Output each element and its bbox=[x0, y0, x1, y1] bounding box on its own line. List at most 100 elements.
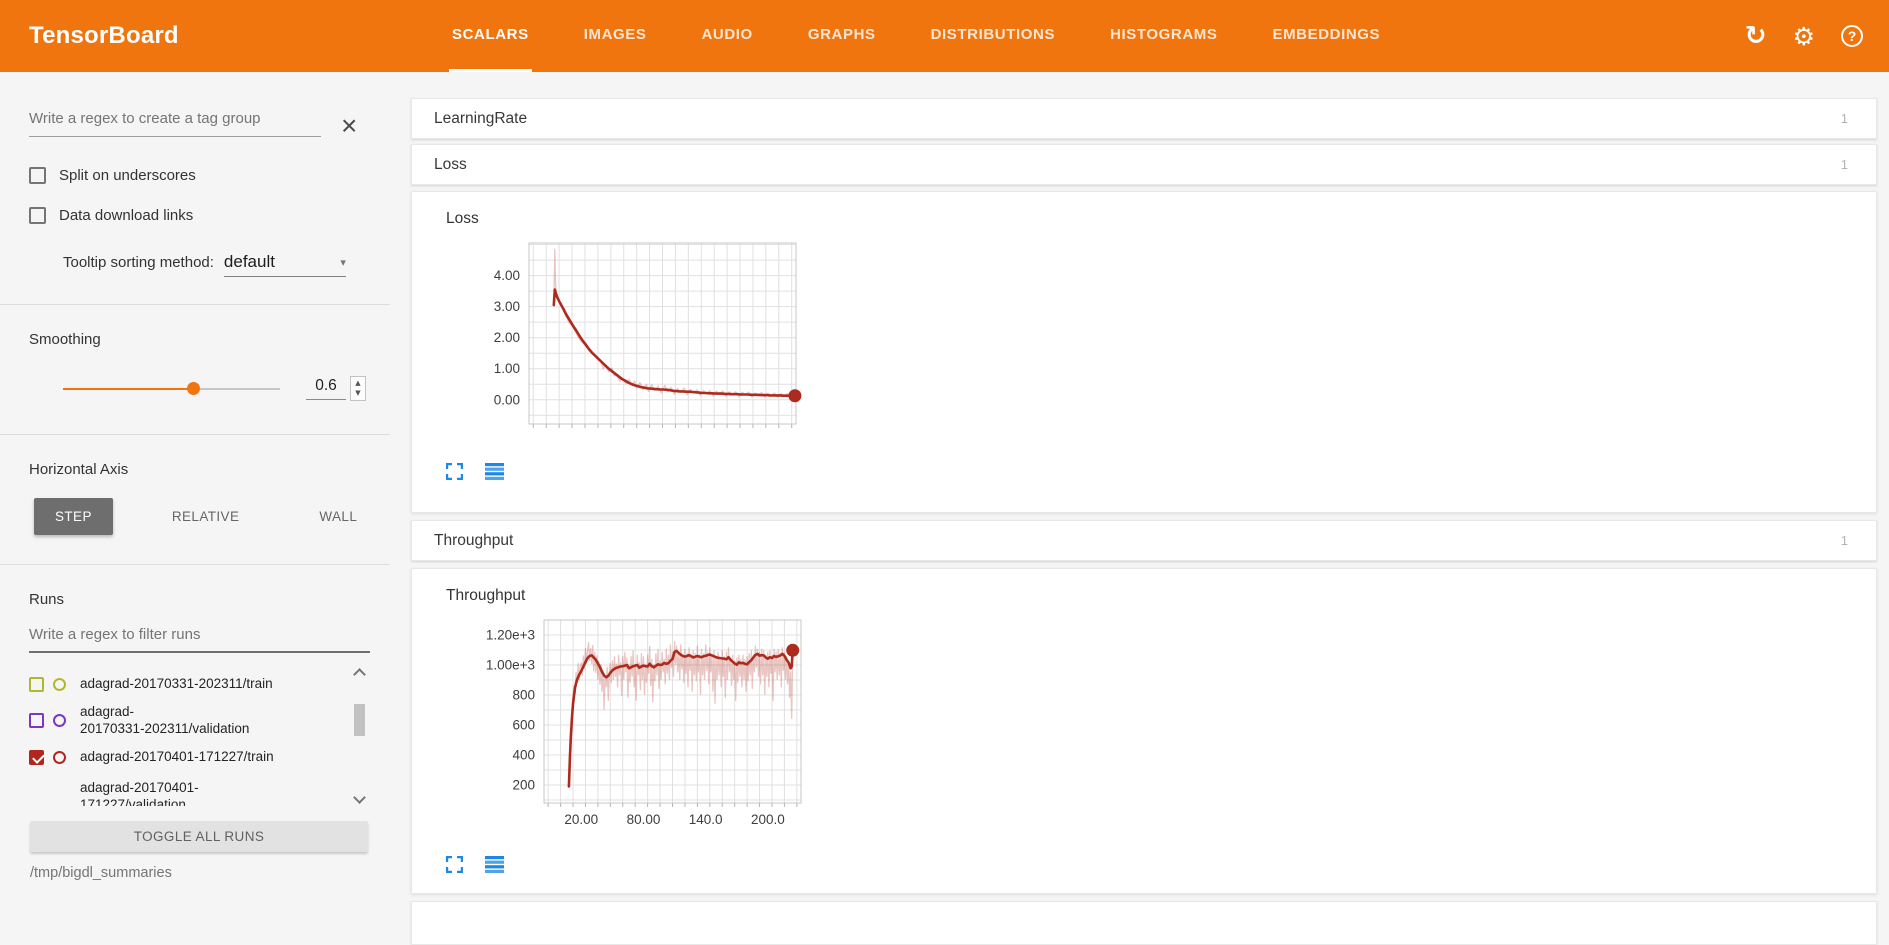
stepper-down-icon[interactable]: ▼ bbox=[355, 390, 360, 397]
main-panel: LearningRate 1 Loss 1 Loss 0.00 1.00 2.00 3… bbox=[411, 72, 1877, 945]
scroll-up-icon[interactable] bbox=[353, 668, 366, 681]
slider-fill bbox=[63, 388, 193, 390]
run-radio-icon[interactable] bbox=[53, 678, 66, 691]
header-actions: ↻ ⚙ ? bbox=[1745, 0, 1889, 72]
run-checkbox[interactable] bbox=[29, 713, 44, 728]
svg-text:80.00: 80.00 bbox=[627, 812, 661, 827]
run-rows: adagrad-20170331-202311/train adagrad-201… bbox=[29, 666, 376, 806]
run-name: adagrad-20170401-171227/validation bbox=[80, 780, 298, 806]
tab-images[interactable]: IMAGES bbox=[581, 0, 650, 72]
split-underscores-checkbox[interactable]: Split on underscores bbox=[29, 167, 390, 184]
run-radio-icon[interactable] bbox=[53, 751, 66, 764]
run-checkbox[interactable] bbox=[29, 750, 44, 765]
smoothing-value[interactable]: 0.6 bbox=[306, 377, 346, 400]
close-icon[interactable]: × bbox=[341, 115, 357, 137]
refresh-icon[interactable]: ↻ bbox=[1745, 21, 1767, 51]
run-row[interactable]: adagrad-20170401-171227/validation bbox=[29, 776, 376, 806]
sidebar: × Split on underscores Data download lin… bbox=[0, 72, 390, 907]
svg-text:140.0: 140.0 bbox=[689, 812, 723, 827]
section-count-badge: 1 bbox=[1841, 533, 1848, 548]
runs-filter-row bbox=[29, 626, 390, 653]
svg-text:3.00: 3.00 bbox=[494, 299, 520, 314]
fullscreen-icon[interactable] bbox=[446, 856, 463, 873]
app-header: TensorBoard SCALARS IMAGES AUDIO GRAPHS DIST… bbox=[0, 0, 1889, 72]
scrollbar-thumb[interactable] bbox=[354, 704, 365, 736]
divider bbox=[0, 564, 390, 565]
run-name: adagrad-20170331-202311/train bbox=[80, 676, 298, 693]
smoothing-control: 0.6 ▲ ▼ bbox=[63, 376, 390, 401]
section-title: Loss bbox=[434, 156, 467, 174]
tab-distributions[interactable]: DISTRIBUTIONS bbox=[928, 0, 1058, 72]
throughput-chart[interactable]: 2004006008001.00e+31.20e+320.0080.00140.… bbox=[446, 612, 818, 848]
scroll-down-icon[interactable] bbox=[353, 791, 366, 804]
tooltip-sorting-value: default bbox=[224, 252, 275, 272]
section-count-badge: 1 bbox=[1841, 157, 1848, 172]
app-title: TensorBoard bbox=[0, 0, 361, 72]
tag-regex-input[interactable] bbox=[29, 110, 321, 137]
tab-histograms[interactable]: HISTOGRAMS bbox=[1107, 0, 1220, 72]
tab-graphs[interactable]: GRAPHS bbox=[805, 0, 879, 72]
svg-text:200: 200 bbox=[512, 778, 535, 793]
loss-chart[interactable]: 0.00 1.00 2.00 3.00 4.00 bbox=[446, 235, 816, 439]
divider bbox=[0, 304, 390, 305]
throughput-chart-title: Throughput bbox=[446, 587, 1876, 605]
help-icon[interactable]: ? bbox=[1841, 25, 1863, 47]
runs-regex-input[interactable] bbox=[29, 626, 370, 653]
run-row[interactable]: adagrad-20170331-202311/validation bbox=[29, 702, 376, 740]
horizontal-axis-label: Horizontal Axis bbox=[29, 461, 390, 478]
horizontal-axis-options: STEP RELATIVE WALL bbox=[34, 498, 390, 535]
chart-actions bbox=[446, 856, 1876, 873]
axis-option-step[interactable]: STEP bbox=[34, 498, 113, 535]
axis-option-relative[interactable]: RELATIVE bbox=[151, 498, 260, 535]
tooltip-sorting-label: Tooltip sorting method: bbox=[63, 254, 214, 271]
checkbox-label: Data download links bbox=[59, 207, 193, 224]
stepper-up-icon[interactable]: ▲ bbox=[355, 380, 360, 387]
run-row[interactable]: adagrad-20170331-202311/train bbox=[29, 666, 376, 702]
run-checkbox[interactable] bbox=[29, 677, 44, 692]
slider-thumb[interactable] bbox=[187, 382, 200, 395]
svg-text:0.00: 0.00 bbox=[494, 392, 520, 407]
run-selector-menu-icon[interactable] bbox=[485, 856, 504, 873]
checkbox-icon bbox=[29, 207, 46, 224]
tab-scalars[interactable]: SCALARS bbox=[449, 0, 532, 72]
svg-text:800: 800 bbox=[512, 688, 535, 703]
run-selector-menu-icon[interactable] bbox=[485, 463, 504, 480]
data-download-links-checkbox[interactable]: Data download links bbox=[29, 207, 390, 224]
section-title: LearningRate bbox=[434, 110, 527, 128]
fullscreen-icon[interactable] bbox=[446, 463, 463, 480]
tooltip-sorting-select[interactable]: default ▾ bbox=[224, 252, 346, 277]
tab-audio[interactable]: AUDIO bbox=[698, 0, 755, 72]
smoothing-slider[interactable] bbox=[63, 388, 280, 390]
chart-actions bbox=[446, 463, 1876, 480]
svg-text:4.00: 4.00 bbox=[494, 268, 520, 283]
chevron-down-icon: ▾ bbox=[340, 256, 346, 269]
section-bar-partial[interactable] bbox=[411, 901, 1877, 945]
tooltip-sorting-row: Tooltip sorting method: default ▾ bbox=[63, 252, 390, 277]
tab-embeddings[interactable]: EMBEDDINGS bbox=[1269, 0, 1383, 72]
section-bar-learningrate[interactable]: LearningRate 1 bbox=[411, 98, 1877, 139]
run-radio-icon[interactable] bbox=[53, 714, 66, 727]
checkbox-label: Split on underscores bbox=[59, 167, 196, 184]
runs-label: Runs bbox=[29, 591, 390, 608]
svg-text:400: 400 bbox=[512, 748, 535, 763]
svg-text:2.00: 2.00 bbox=[494, 330, 520, 345]
runs-list: adagrad-20170331-202311/train adagrad-201… bbox=[29, 666, 376, 806]
svg-text:1.20e+3: 1.20e+3 bbox=[486, 628, 535, 643]
svg-text:200.0: 200.0 bbox=[751, 812, 785, 827]
toggle-all-runs-button[interactable]: TOGGLE ALL RUNS bbox=[30, 821, 368, 852]
settings-gear-icon[interactable]: ⚙ bbox=[1793, 22, 1815, 51]
section-bar-loss[interactable]: Loss 1 bbox=[411, 144, 1877, 185]
smoothing-label: Smoothing bbox=[29, 331, 390, 348]
axis-option-wall[interactable]: WALL bbox=[298, 498, 378, 535]
runs-scrollbar[interactable] bbox=[353, 666, 368, 806]
run-row[interactable]: adagrad-20170401-171227/train bbox=[29, 740, 376, 776]
run-name: adagrad-20170401-171227/train bbox=[80, 749, 298, 766]
svg-text:1.00: 1.00 bbox=[494, 361, 520, 376]
section-title: Throughput bbox=[434, 532, 513, 550]
loss-section-panel: Loss 0.001.002.003.004.00 bbox=[411, 191, 1877, 513]
divider bbox=[0, 434, 390, 435]
smoothing-stepper[interactable]: ▲ ▼ bbox=[350, 376, 366, 401]
section-bar-throughput[interactable]: Throughput 1 bbox=[411, 520, 1877, 561]
checkbox-icon bbox=[29, 167, 46, 184]
tag-filter-row: × bbox=[29, 110, 390, 137]
